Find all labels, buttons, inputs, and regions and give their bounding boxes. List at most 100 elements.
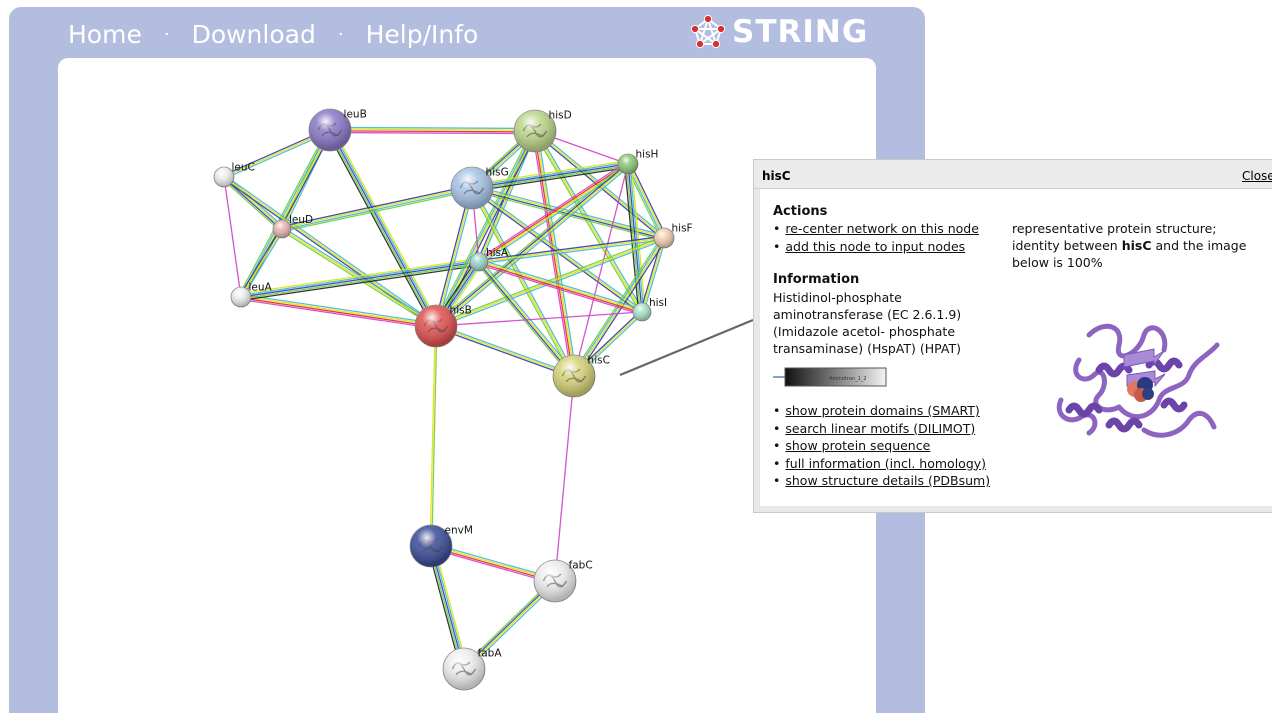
node-hisC[interactable]: hisC <box>552 354 610 398</box>
node-label: envM <box>445 524 473 536</box>
protein-structure-ribbon-icon[interactable] <box>1049 315 1234 450</box>
node-label: hisG <box>486 166 509 178</box>
full-information-link[interactable]: full information (incl. homology) <box>785 456 986 471</box>
node-hisB[interactable]: hisB <box>414 304 472 348</box>
structure-caption: representative protein structure; identi… <box>1012 220 1246 271</box>
caption-line: representative protein structure; <box>1012 221 1217 236</box>
string-logo[interactable]: STRING <box>690 14 868 50</box>
edge-evidence-line <box>241 130 332 298</box>
recenter-link[interactable]: re-center network on this node <box>785 221 979 236</box>
edge-hisD-hisB[interactable] <box>433 129 538 328</box>
node-label: hisH <box>636 149 659 161</box>
description-line: aminotransferase (EC 2.6.1.9) <box>773 307 962 322</box>
nav-download-link[interactable]: Download <box>192 20 316 49</box>
structure-details-link[interactable]: show structure details (PDBsum) <box>785 473 990 488</box>
edge-hisC-fabC[interactable] <box>554 375 575 582</box>
add-node-link[interactable]: add this node to input nodes <box>785 239 965 254</box>
edge-evidence-line <box>223 176 242 298</box>
edge-leuA-hisB[interactable] <box>240 293 437 330</box>
caption-line: identity between hisC and the image <box>1012 237 1246 254</box>
edge-layer <box>221 126 667 672</box>
description-line: Histidinol-phosphate <box>773 290 902 305</box>
edge-evidence-line <box>241 263 480 300</box>
edge-evidence-line <box>241 293 437 325</box>
caption-protein-name: hisC <box>1121 238 1152 253</box>
edge-leuC-leuA[interactable] <box>223 176 242 298</box>
links-list: show protein domains (SMART) search line… <box>773 402 990 490</box>
nav-home-link[interactable]: Home <box>68 20 142 49</box>
string-network-icon <box>690 15 726 49</box>
nav-separator: · <box>337 23 344 45</box>
show-domains-link[interactable]: show protein domains (SMART) <box>785 403 979 418</box>
node-fabA[interactable]: fabA <box>442 647 503 691</box>
actions-heading: Actions <box>773 204 828 219</box>
popup-header: hisC Close <box>754 160 1272 189</box>
node-label: hisD <box>549 109 572 121</box>
protein-description: Histidinol-phosphate aminotransferase (E… <box>773 289 961 357</box>
nav-separator: · <box>163 23 170 45</box>
edge-evidence-line <box>329 130 535 133</box>
node-fabC[interactable]: fabC <box>533 559 593 603</box>
node-label: leuC <box>232 162 255 174</box>
link-item: show protein domains (SMART) <box>773 402 990 420</box>
caption-part: and the image <box>1151 238 1247 253</box>
node-label: hisI <box>649 297 667 309</box>
edge-evidence-line <box>240 297 436 328</box>
edge-evidence-line <box>554 375 575 582</box>
node-label: hisB <box>450 304 472 316</box>
edge-evidence-line <box>329 129 437 327</box>
information-heading: Information <box>773 272 860 287</box>
edge-hisB-envM[interactable] <box>429 325 438 547</box>
edge-evidence-line <box>242 130 333 299</box>
node-label: leuD <box>289 214 313 226</box>
protein-domain-bar[interactable]: Aminotran_1_2 <box>773 366 888 388</box>
top-navigation: Home · Download · Help/Info <box>68 16 478 52</box>
link-item: show structure details (PDBsum) <box>773 472 990 490</box>
show-sequence-link[interactable]: show protein sequence <box>785 438 930 453</box>
node-label: hisF <box>672 223 693 235</box>
node-envM[interactable]: envM <box>409 524 473 568</box>
actions-list: re-center network on this node add this … <box>773 220 979 255</box>
edge-evidence-line <box>434 130 535 326</box>
description-line: transaminase) (HspAT) (HPAT) <box>773 341 961 356</box>
node-label: leuA <box>249 282 273 294</box>
edge-evidence-line <box>436 323 575 376</box>
edge-leuB-hisD[interactable] <box>329 126 536 135</box>
node-hisD[interactable]: hisD <box>513 109 572 153</box>
edge-evidence-line <box>238 128 329 297</box>
edge-leuA-hisA[interactable] <box>240 257 480 302</box>
edge-evidence-line <box>240 257 479 295</box>
link-item: show protein sequence <box>773 437 990 455</box>
caption-part: identity between <box>1012 238 1122 253</box>
action-recenter: re-center network on this node <box>773 220 979 238</box>
edge-evidence-line <box>241 295 437 326</box>
node-layer: leuB leuC leuD leuA hisD hisG hisH hisF hisA hisI… <box>213 108 693 691</box>
edge-evidence-line <box>326 131 434 328</box>
description-line: (Imidazole acetol- phosphate <box>773 324 956 339</box>
caption-line: below is 100% <box>1012 255 1103 270</box>
node-info-popup: hisC Close Actions re-center network on … <box>753 159 1272 513</box>
edge-evidence-line <box>327 130 436 328</box>
edge-evidence-line <box>239 129 330 297</box>
domain-label: Aminotran_1_2 <box>829 376 867 382</box>
link-item: full information (incl. homology) <box>773 455 990 473</box>
logo-text: STRING <box>732 14 869 50</box>
edge-evidence-line <box>330 128 536 131</box>
edge-evidence-line <box>330 126 536 130</box>
node-hisH[interactable]: hisH <box>617 149 659 175</box>
popup-callout-line <box>619 318 754 377</box>
link-item: search linear motifs (DILIMOT) <box>773 420 990 438</box>
nav-help-link[interactable]: Help/Info <box>366 20 479 49</box>
node-label: fabA <box>478 647 503 659</box>
edge-leuB-hisB[interactable] <box>326 128 440 328</box>
search-motifs-link[interactable]: search linear motifs (DILIMOT) <box>785 421 975 436</box>
popup-close-link[interactable]: Close <box>1242 169 1272 183</box>
node-label: fabC <box>569 559 593 571</box>
edge-leuB-leuA[interactable] <box>238 128 333 299</box>
popup-title: hisC <box>762 169 791 183</box>
action-add-node: add this node to input nodes <box>773 238 979 256</box>
node-label: hisC <box>588 354 610 366</box>
node-label: hisA <box>486 247 509 259</box>
edge-evidence-line <box>329 131 535 135</box>
node-label: leuB <box>344 108 367 120</box>
